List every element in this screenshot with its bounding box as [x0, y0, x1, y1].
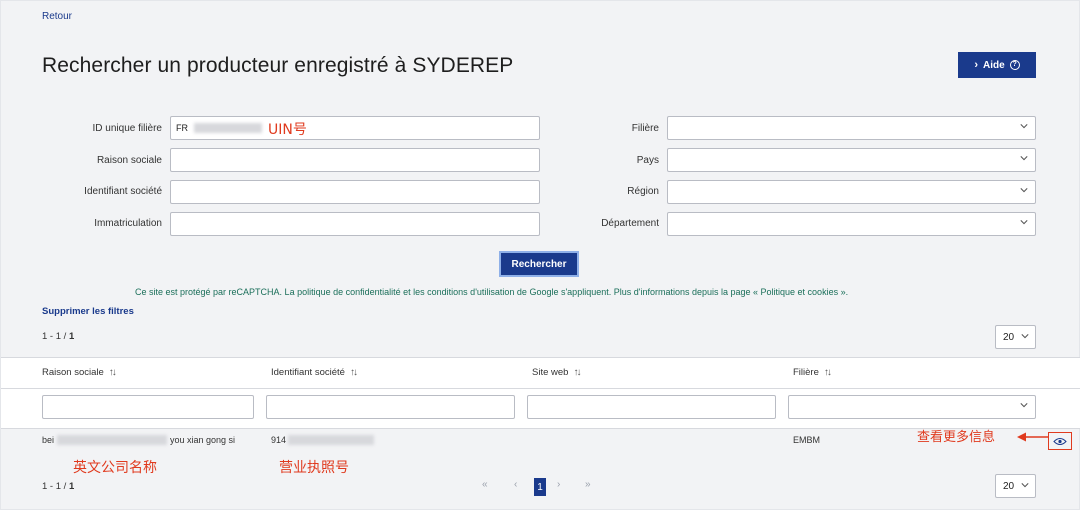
chevron-down-icon — [1020, 220, 1028, 225]
redacted-id — [194, 123, 262, 133]
pays-select[interactable] — [667, 148, 1036, 172]
column-header-label: Identifiant société — [271, 367, 345, 378]
pays-label: Pays — [636, 155, 659, 166]
region-label: Région — [627, 186, 659, 197]
identifiant-societe-input[interactable] — [170, 180, 540, 204]
business-license-annotation: 营业执照号 — [279, 460, 349, 476]
sort-arrows-icon[interactable]: ↑↓ — [109, 367, 117, 378]
current-page-button[interactable]: 1 — [534, 478, 546, 496]
next-page-button[interactable]: › — [557, 479, 560, 490]
recaptcha-notice: Ce site est protégé par reCAPTCHA. La po… — [135, 287, 849, 297]
first-page-button[interactable]: « — [482, 479, 488, 490]
id-unique-filiere-input[interactable]: FR — [170, 116, 540, 140]
chevron-down-icon — [1020, 403, 1028, 408]
search-button[interactable]: Rechercher — [499, 251, 579, 277]
chevron-down-icon — [1020, 124, 1028, 129]
result-count-bottom: 1 - 1 / 1 — [42, 481, 74, 492]
more-info-annotation: 查看更多信息 — [917, 430, 996, 445]
last-page-button[interactable]: » — [585, 479, 591, 490]
filter-site-web-input[interactable] — [527, 395, 776, 419]
column-header-identifiant-societe[interactable]: Identifiant société ↑↓ — [271, 367, 358, 378]
view-details-button[interactable] — [1048, 432, 1072, 450]
clear-filters-link[interactable]: Supprimer les filtres — [42, 306, 134, 317]
raison-sociale-end: you xian gong si — [170, 435, 236, 445]
question-circle-icon: ? — [1009, 60, 1020, 70]
filiere-select[interactable] — [667, 116, 1036, 140]
company-name-annotation: 英文公司名称 — [73, 460, 157, 476]
column-header-filiere[interactable]: Filière ↑↓ — [793, 367, 832, 378]
filiere-label: Filière — [631, 123, 659, 134]
identifiant-start: 914 — [271, 435, 287, 445]
page-size-select-top[interactable]: 20 — [995, 325, 1036, 349]
immatriculation-label: Immatriculation — [94, 218, 162, 229]
result-count-bottom-total: 1 — [68, 481, 75, 492]
departement-label: Département — [601, 218, 659, 229]
region-select[interactable] — [667, 180, 1036, 204]
back-link[interactable]: Retour — [42, 11, 72, 22]
chevron-down-icon — [1020, 188, 1028, 193]
help-button[interactable]: › Aide ? — [958, 52, 1036, 78]
id-unique-filiere-label: ID unique filière — [92, 123, 162, 134]
eye-icon — [1053, 437, 1067, 445]
immatriculation-input[interactable] — [170, 212, 540, 236]
cell-identifiant-societe: 914 — [271, 435, 375, 445]
help-button-label: Aide — [983, 59, 1005, 71]
page-size-value: 20 — [1003, 331, 1015, 343]
column-header-site-web[interactable]: Site web ↑↓ — [532, 367, 581, 378]
result-count-bottom-prefix: 1 - 1 / — [42, 481, 69, 492]
raison-sociale-label: Raison sociale — [96, 155, 162, 166]
column-header-label: Filière — [793, 367, 819, 378]
sort-arrows-icon[interactable]: ↑↓ — [350, 367, 358, 378]
departement-select[interactable] — [667, 212, 1036, 236]
identifiant-societe-label: Identifiant société — [84, 186, 162, 197]
page-size-select-bottom[interactable]: 20 — [995, 474, 1036, 498]
raison-sociale-start: bei — [42, 435, 55, 445]
redacted-company-name — [57, 435, 168, 445]
filter-raison-sociale-input[interactable] — [42, 395, 254, 419]
result-count-top-prefix: 1 - 1 / — [42, 331, 69, 342]
column-header-raison-sociale[interactable]: Raison sociale ↑↓ — [42, 367, 117, 378]
id-unique-filiere-value: FR — [176, 123, 188, 133]
previous-page-button[interactable]: ‹ — [514, 479, 517, 490]
filter-identifiant-societe-input[interactable] — [266, 395, 515, 419]
chevron-right-icon: › — [974, 59, 978, 71]
chevron-down-icon — [1021, 483, 1029, 488]
arrow-left-icon — [1017, 432, 1049, 442]
cell-raison-sociale: bei you xian gong si — [42, 435, 235, 445]
chevron-down-icon — [1020, 156, 1028, 161]
result-count-top-total: 1 — [68, 331, 75, 342]
redacted-identifiant — [288, 435, 375, 445]
chevron-down-icon — [1021, 334, 1029, 339]
page-canvas: Retour Rechercher un producteur enregist… — [0, 0, 1080, 510]
filter-filiere-select[interactable] — [788, 395, 1036, 419]
page-size-value: 20 — [1003, 480, 1015, 492]
cell-filiere: EMBM — [793, 435, 820, 445]
uin-annotation: UIN号 — [268, 122, 307, 138]
sort-arrows-icon[interactable]: ↑↓ — [573, 367, 581, 378]
sort-arrows-icon[interactable]: ↑↓ — [824, 367, 832, 378]
header-divider — [1, 388, 1080, 389]
column-header-label: Site web — [532, 367, 569, 378]
column-header-label: Raison sociale — [42, 367, 104, 378]
result-count-top: 1 - 1 / 1 — [42, 331, 74, 342]
page-title: Rechercher un producteur enregistré à SY… — [42, 54, 514, 77]
raison-sociale-input[interactable] — [170, 148, 540, 172]
